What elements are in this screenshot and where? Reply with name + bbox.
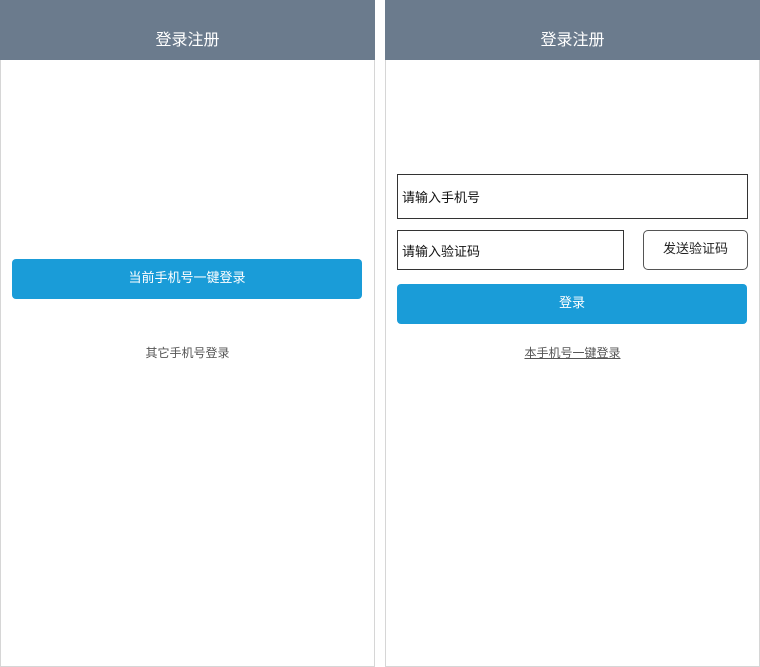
page-title: 登录注册 (155, 30, 220, 49)
other-phone-login-link[interactable]: 其它手机号登录 (1, 345, 374, 361)
send-code-button[interactable]: 发送验证码 (643, 230, 748, 270)
phone-input-placeholder: 请输入手机号 (402, 191, 481, 206)
other-phone-login-label: 其它手机号登录 (145, 346, 230, 360)
one-click-login-label: 本手机号一键登录 (524, 346, 621, 360)
page-title: 登录注册 (540, 30, 605, 49)
verification-code-placeholder: 请输入验证码 (402, 244, 481, 260)
header-bar: 登录注册 (0, 0, 375, 60)
one-click-login-screen: 登录注册 当前手机号一键登录 其它手机号登录 (0, 0, 375, 667)
one-click-login-link[interactable]: 本手机号一键登录 (386, 345, 759, 361)
one-click-login-button[interactable]: 当前手机号一键登录 (12, 259, 362, 299)
verification-code-input[interactable]: 请输入验证码 (397, 230, 624, 270)
header-bar: 登录注册 (385, 0, 760, 60)
phone-input[interactable]: 请输入手机号 (397, 174, 748, 219)
login-button[interactable]: 登录 (397, 284, 747, 324)
phone-login-screen: 登录注册 请输入手机号 请输入验证码 发送验证码 登录 本手机号一键登录 (385, 0, 760, 667)
